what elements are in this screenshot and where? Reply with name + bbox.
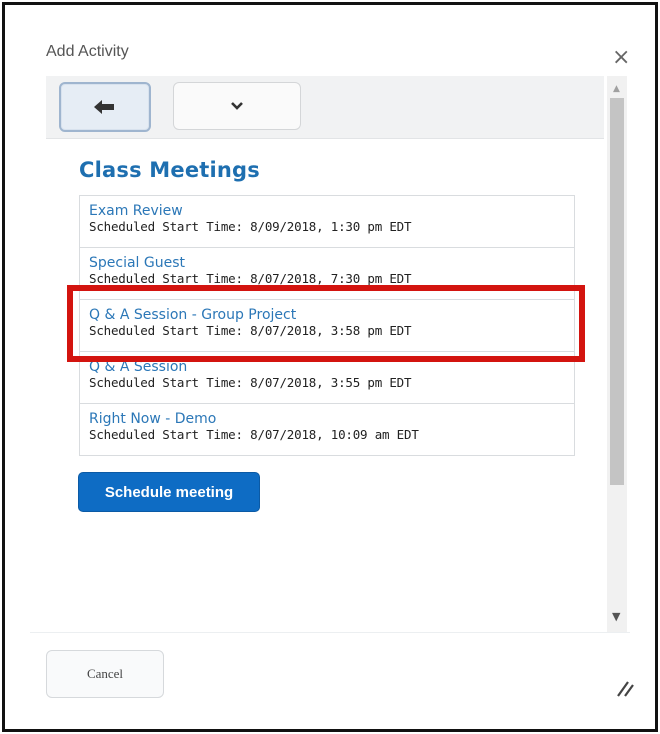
meeting-link[interactable]: Right Now - Demo [89, 411, 574, 427]
meeting-link[interactable]: Special Guest [89, 255, 574, 271]
meeting-start-time: Scheduled Start Time: 8/09/2018, 1:30 pm… [89, 219, 412, 234]
meeting-link[interactable]: Exam Review [89, 203, 574, 219]
schedule-meeting-button[interactable]: Schedule meeting [78, 472, 260, 512]
back-button[interactable] [59, 82, 151, 132]
meeting-item[interactable]: Special Guest Scheduled Start Time: 8/07… [79, 248, 575, 300]
meeting-item[interactable]: Q & A Session - Group Project Scheduled … [79, 300, 575, 352]
meeting-start-time: Scheduled Start Time: 8/07/2018, 10:09 a… [89, 427, 419, 442]
footer-divider [30, 632, 630, 633]
more-options-button[interactable] [173, 82, 301, 130]
meeting-start-time: Scheduled Start Time: 8/07/2018, 3:55 pm… [89, 375, 412, 390]
meeting-link[interactable]: Q & A Session - Group Project [89, 307, 574, 323]
chevron-down-icon [231, 102, 243, 110]
section-title: Class Meetings [79, 158, 260, 182]
meeting-item[interactable]: Exam Review Scheduled Start Time: 8/09/2… [79, 195, 575, 248]
meeting-link[interactable]: Q & A Session [89, 359, 574, 375]
close-icon[interactable]: × [612, 47, 630, 69]
scroll-up-icon[interactable]: ▲ [613, 84, 620, 94]
meeting-item[interactable]: Q & A Session Scheduled Start Time: 8/07… [79, 352, 575, 404]
meeting-start-time: Scheduled Start Time: 8/07/2018, 3:58 pm… [89, 323, 412, 338]
dialog-title: Add Activity [46, 43, 129, 60]
back-arrow-icon [94, 100, 114, 114]
cancel-button[interactable]: Cancel [46, 650, 164, 698]
meeting-list: Exam Review Scheduled Start Time: 8/09/2… [79, 195, 575, 456]
scrollbar-thumb[interactable] [610, 98, 624, 485]
resize-grip-icon[interactable] [614, 676, 636, 698]
scroll-down-icon[interactable]: ▼ [612, 611, 620, 622]
meeting-start-time: Scheduled Start Time: 8/07/2018, 7:30 pm… [89, 271, 412, 286]
meeting-item[interactable]: Right Now - Demo Scheduled Start Time: 8… [79, 404, 575, 456]
